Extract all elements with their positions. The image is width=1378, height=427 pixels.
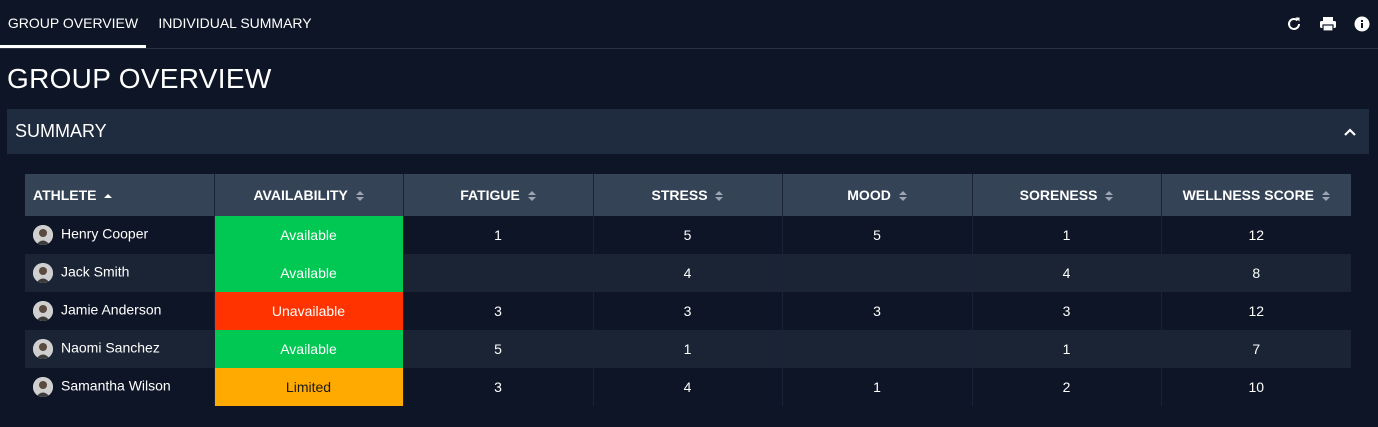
availability-cell[interactable]: Limited	[213, 368, 403, 406]
info-button[interactable]	[1352, 14, 1372, 34]
athlete-name: Henry Cooper	[61, 225, 149, 242]
stress-cell: 4	[592, 254, 782, 292]
availability-cell[interactable]: Available	[213, 254, 403, 292]
athlete-cell[interactable]: Samantha Wilson	[25, 368, 214, 406]
athlete-name: Jack Smith	[61, 263, 130, 280]
sort-icon	[527, 191, 536, 202]
sort-asc-icon	[104, 194, 113, 199]
sort-icon	[1105, 191, 1114, 202]
col-header-label: WELLNESS SCORE	[1182, 187, 1315, 203]
col-header-availability[interactable]: AVAILABILITY	[213, 174, 403, 216]
stress-cell: 3	[592, 292, 782, 330]
tab-group-overview[interactable]: GROUP OVERVIEW	[0, 0, 146, 48]
summary-table: ATHLETE AVAILABILITY FATIGUE STRESS MOOD…	[25, 174, 1351, 406]
col-header-stress[interactable]: STRESS	[592, 174, 782, 216]
avatar	[33, 263, 53, 283]
summary-title: SUMMARY	[15, 121, 107, 141]
athlete-cell[interactable]: Jack Smith	[25, 254, 214, 292]
col-header-label: SORENESS	[1019, 187, 1098, 203]
mood-cell: 1	[781, 368, 972, 406]
fatigue-cell: 3	[402, 292, 593, 330]
stress-cell: 4	[592, 368, 782, 406]
stress-cell: 1	[592, 330, 782, 368]
table-header-row: ATHLETE AVAILABILITY FATIGUE STRESS MOOD…	[25, 174, 1351, 216]
col-header-label: AVAILABILITY	[253, 187, 348, 203]
availability-cell[interactable]: Available	[213, 216, 403, 254]
avatar	[33, 301, 53, 321]
mood-cell: 5	[781, 216, 972, 254]
col-header-wellness-score[interactable]: WELLNESS SCORE	[1160, 174, 1351, 216]
fatigue-cell	[402, 254, 593, 292]
wellness-cell: 7	[1160, 330, 1351, 368]
mood-cell	[781, 330, 972, 368]
sort-icon	[1321, 191, 1330, 202]
tab-individual-summary[interactable]: INDIVIDUAL SUMMARY	[146, 0, 324, 46]
col-header-athlete[interactable]: ATHLETE	[25, 174, 214, 216]
availability-cell[interactable]: Available	[213, 330, 403, 368]
soreness-cell: 1	[971, 216, 1161, 254]
refresh-icon	[1288, 17, 1300, 30]
print-button[interactable]	[1318, 14, 1338, 34]
summary-panel-header[interactable]: SUMMARY	[7, 109, 1369, 154]
mood-cell: 3	[781, 292, 972, 330]
col-header-mood[interactable]: MOOD	[781, 174, 972, 216]
athlete-cell[interactable]: Henry Cooper	[25, 216, 214, 254]
col-header-label: STRESS	[651, 187, 708, 203]
table-row: Naomi Sanchez Available 5 1 1 7	[25, 330, 1351, 368]
soreness-cell: 2	[971, 368, 1161, 406]
avatar	[33, 339, 53, 359]
col-header-fatigue[interactable]: FATIGUE	[402, 174, 593, 216]
stress-cell: 5	[592, 216, 782, 254]
wellness-cell: 8	[1160, 254, 1351, 292]
athlete-name: Naomi Sanchez	[61, 339, 160, 356]
avatar	[33, 225, 53, 245]
fatigue-cell: 5	[402, 330, 593, 368]
page-title: GROUP OVERVIEW	[7, 63, 272, 94]
chevron-up-icon[interactable]	[1343, 125, 1357, 139]
table-row: Jamie Anderson Unavailable 3 3 3 3 12	[25, 292, 1351, 330]
mood-cell	[781, 254, 972, 292]
top-tab-bar: GROUP OVERVIEW INDIVIDUAL SUMMARY	[0, 0, 1378, 49]
wellness-cell: 12	[1160, 216, 1351, 254]
col-header-label: FATIGUE	[460, 187, 520, 203]
col-header-soreness[interactable]: SORENESS	[971, 174, 1161, 216]
athlete-cell[interactable]: Naomi Sanchez	[25, 330, 214, 368]
fatigue-cell: 1	[402, 216, 593, 254]
athlete-cell[interactable]: Jamie Anderson	[25, 292, 214, 330]
wellness-cell: 10	[1160, 368, 1351, 406]
refresh-button[interactable]	[1284, 14, 1304, 34]
availability-cell[interactable]: Unavailable	[213, 292, 403, 330]
soreness-cell: 1	[971, 330, 1161, 368]
soreness-cell: 3	[971, 292, 1161, 330]
sort-icon	[355, 191, 364, 202]
col-header-label: MOOD	[847, 187, 891, 203]
soreness-cell: 4	[971, 254, 1161, 292]
table-row: Jack Smith Available 4 4 8	[25, 254, 1351, 292]
fatigue-cell: 3	[402, 368, 593, 406]
athlete-name: Jamie Anderson	[61, 301, 162, 318]
avatar	[33, 377, 53, 397]
col-header-label: ATHLETE	[33, 187, 97, 203]
athlete-name: Samantha Wilson	[61, 377, 171, 394]
wellness-cell: 12	[1160, 292, 1351, 330]
info-icon	[1354, 16, 1370, 32]
sort-icon	[898, 191, 907, 202]
print-icon	[1320, 17, 1336, 32]
table-row: Henry Cooper Available 1 5 5 1 12	[25, 216, 1351, 254]
table-row: Samantha Wilson Limited 3 4 1 2 10	[25, 368, 1351, 406]
sort-icon	[715, 191, 724, 202]
